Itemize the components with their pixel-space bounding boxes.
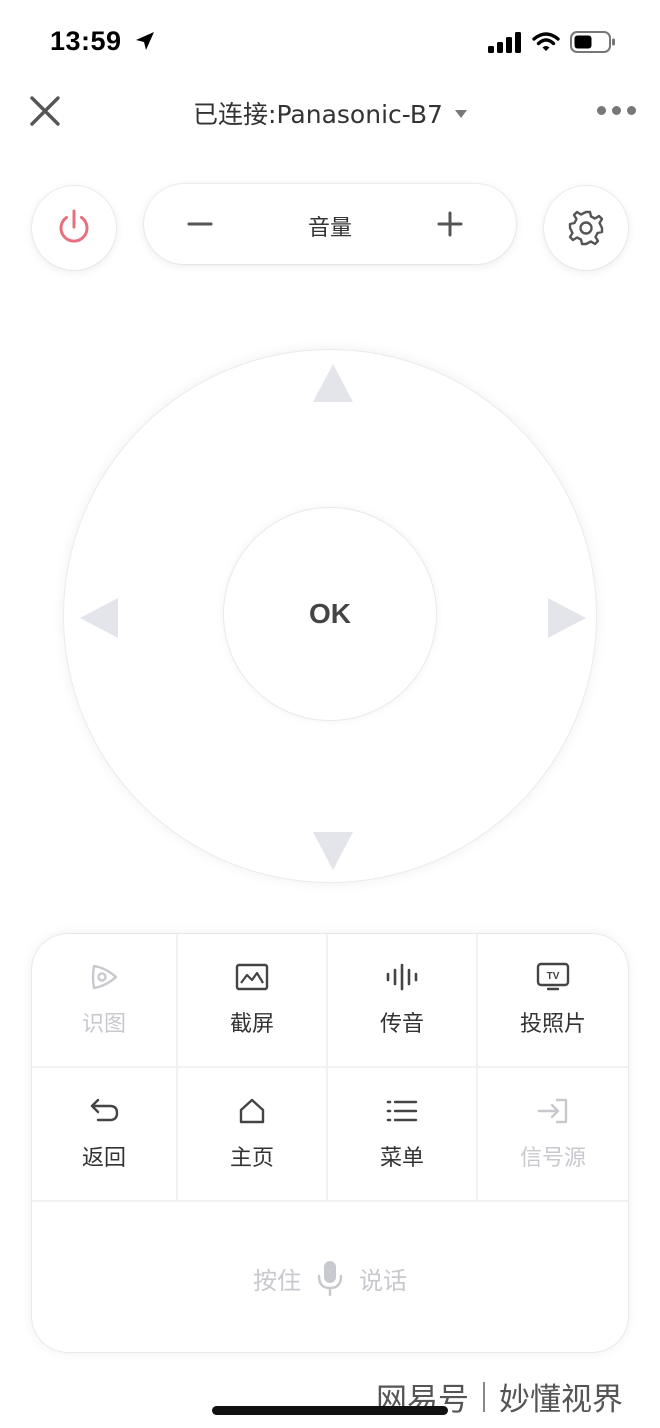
power-icon bbox=[59, 209, 89, 243]
function-cast-photo[interactable]: TV 投照片 bbox=[478, 934, 628, 1068]
dpad-left-button[interactable] bbox=[80, 598, 118, 638]
power-button[interactable] bbox=[32, 186, 116, 270]
screenshot-icon bbox=[234, 962, 270, 992]
function-label: 返回 bbox=[81, 1146, 126, 1171]
status-time: 13:59 bbox=[50, 26, 156, 57]
dpad-up-button[interactable] bbox=[313, 364, 353, 402]
microphone-icon bbox=[317, 1261, 343, 1296]
ok-button[interactable]: OK bbox=[224, 508, 436, 720]
function-image-recognition[interactable]: 识图 bbox=[32, 934, 178, 1068]
voice-wave-icon bbox=[384, 962, 420, 992]
function-input-source[interactable]: 信号源 bbox=[478, 1068, 628, 1202]
function-label: 截屏 bbox=[229, 1012, 274, 1037]
volume-up-button[interactable] bbox=[430, 204, 470, 244]
status-icons bbox=[488, 30, 616, 54]
cast-photo-tv-icon: TV bbox=[535, 962, 571, 992]
function-label: 信号源 bbox=[519, 1146, 586, 1171]
battery-icon bbox=[570, 31, 615, 53]
location-arrow-icon bbox=[135, 32, 154, 50]
dpad-down-button[interactable] bbox=[313, 832, 353, 870]
caret-down-icon bbox=[454, 110, 467, 118]
function-menu[interactable]: 菜单 bbox=[328, 1068, 478, 1202]
more-dot-icon bbox=[627, 106, 636, 115]
menu-list-icon bbox=[384, 1096, 420, 1126]
function-label: 传音 bbox=[379, 1012, 424, 1037]
device-title: 已连接:Panasonic-B7 bbox=[193, 100, 443, 129]
function-voice-transfer[interactable]: 传音 bbox=[328, 934, 478, 1068]
function-back[interactable]: 返回 bbox=[32, 1068, 178, 1202]
function-label: 识图 bbox=[81, 1012, 126, 1037]
svg-text:TV: TV bbox=[547, 971, 560, 982]
function-label: 菜单 bbox=[379, 1146, 424, 1171]
volume-control: 音量 bbox=[144, 184, 516, 264]
function-panel: 识图 截屏 传音 TV 投照片 返回 主页 菜单 信号源 按住 说话 bbox=[32, 934, 628, 1352]
home-indicator[interactable] bbox=[212, 1406, 448, 1415]
hold-to-talk-button[interactable]: 按住 说话 bbox=[32, 1204, 628, 1352]
more-options-button[interactable] bbox=[597, 106, 636, 115]
image-recognition-icon bbox=[86, 962, 122, 992]
cellular-signal-icon bbox=[488, 32, 521, 53]
function-label: 主页 bbox=[229, 1146, 274, 1171]
function-screenshot[interactable]: 截屏 bbox=[178, 934, 328, 1068]
back-arrow-icon bbox=[86, 1096, 122, 1126]
function-home[interactable]: 主页 bbox=[178, 1068, 328, 1202]
gear-icon bbox=[568, 210, 604, 246]
plus-icon bbox=[437, 211, 463, 237]
device-selector[interactable]: 已连接:Panasonic-B7 bbox=[0, 95, 660, 131]
home-icon bbox=[234, 1096, 270, 1126]
hold-text: 按住 bbox=[253, 1266, 301, 1295]
more-dot-icon bbox=[612, 106, 621, 115]
talk-text: 说话 bbox=[359, 1266, 407, 1295]
watermark-channel: 妙懂视界 bbox=[499, 1382, 623, 1418]
function-label: 投照片 bbox=[519, 1012, 586, 1037]
dpad-right-button[interactable] bbox=[548, 598, 586, 638]
wifi-icon bbox=[532, 32, 560, 51]
status-time-text: 13:59 bbox=[50, 26, 122, 56]
watermark-divider bbox=[483, 1381, 485, 1412]
more-dot-icon bbox=[597, 106, 606, 115]
settings-button[interactable] bbox=[544, 186, 628, 270]
input-source-icon bbox=[535, 1096, 571, 1126]
